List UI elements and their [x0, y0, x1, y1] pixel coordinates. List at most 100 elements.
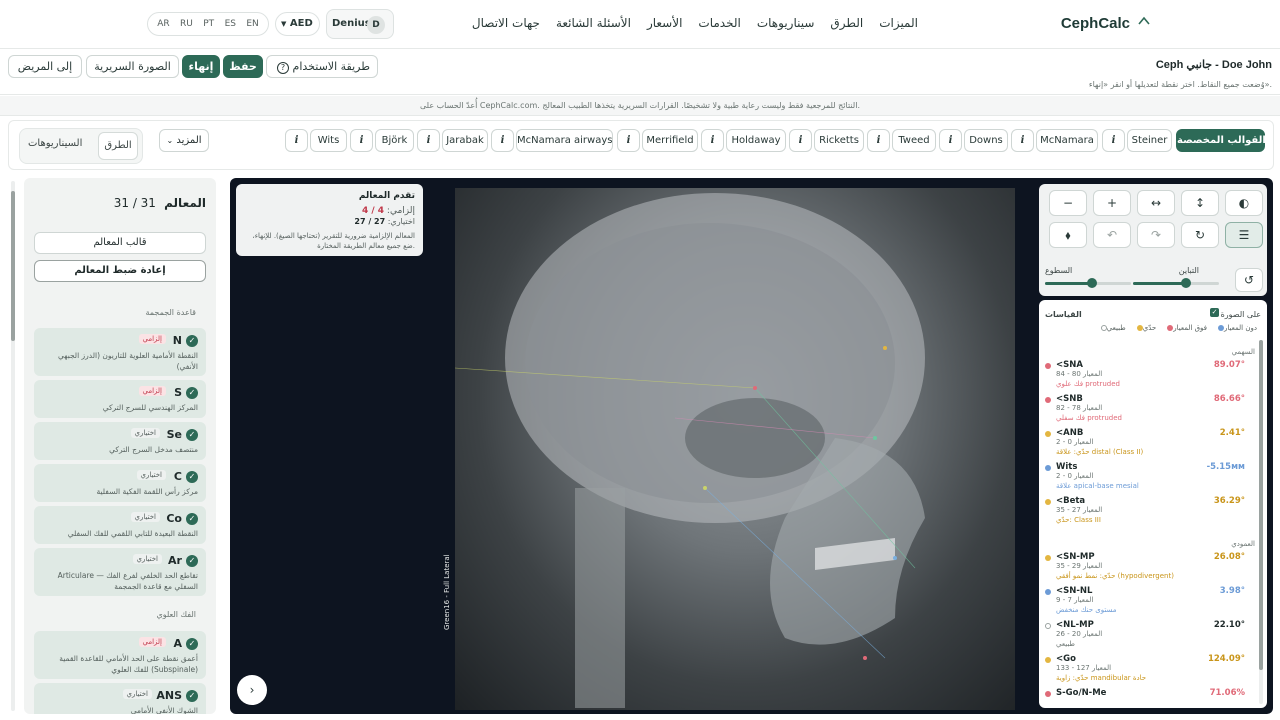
template-mcnamara[interactable]: McNamara: [1036, 129, 1098, 152]
template-holdaway[interactable]: Holdaway: [726, 129, 786, 152]
xray-viewer[interactable]: Green16 - Full Lateral تقدم المعالم إلزا…: [230, 178, 1273, 714]
info-icon[interactable]: i: [350, 129, 373, 152]
info-icon[interactable]: i: [491, 129, 514, 152]
landmark-template-button[interactable]: قالب المعالم: [34, 232, 206, 254]
landmark-item[interactable]: ✓ N إلزامي النقطة الأمامية العلوية للتار…: [34, 328, 206, 376]
flip-horizontal-icon[interactable]: ↔: [1137, 190, 1175, 216]
more-dropdown[interactable]: ⌄ المزيد: [159, 129, 209, 152]
tab-methods[interactable]: الطرق: [98, 132, 138, 160]
measurement-row[interactable]: <SN-MP 26.08° المعيار 29 - 35 حدّي: نمط نمو…: [1045, 552, 1245, 584]
measurement-row[interactable]: <SN-NL 3.98° المعيار 7 - 9 مستوى حنك منخفض: [1045, 586, 1245, 618]
required-label: إلزامي:: [386, 206, 415, 216]
currency-selector[interactable]: ▼ AED: [275, 12, 320, 36]
measurement-row[interactable]: Wits -5.15мм المعيار 0 - 2 علاقة apical-bas…: [1045, 462, 1245, 494]
landmark-code: S: [174, 386, 182, 399]
undo-icon[interactable]: ↶: [1093, 222, 1131, 248]
info-icon[interactable]: i: [789, 129, 812, 152]
user-menu[interactable]: Denius D: [326, 9, 394, 39]
invert-icon[interactable]: ◐: [1225, 190, 1263, 216]
image-tools: ◐ ↕ ↔ + − ☰ ↻ ↷ ↶ ⬧ التباين السطوع ↺: [1039, 184, 1267, 296]
measurement-row[interactable]: <NL-MP 22.10° المعيار 20 - 26 طبيعي: [1045, 620, 1245, 652]
measurement-row[interactable]: <SNB 86.66° المعيار 78 - 82 فك سفلي protrud…: [1045, 394, 1245, 426]
clinical-image-button[interactable]: الصورة السريرية: [86, 55, 179, 78]
measurement-row[interactable]: <ANB 2.41° المعيار 0 - 2 حدّي: علاقة distal…: [1045, 428, 1245, 460]
info-icon[interactable]: i: [701, 129, 724, 152]
measurement-row[interactable]: <SNA 89.07° المعيار 80 - 84 فك علوي protrud…: [1045, 360, 1245, 392]
template-tweed[interactable]: Tweed: [892, 129, 936, 152]
info-icon[interactable]: i: [1011, 129, 1034, 152]
measurement-row[interactable]: <Beta 36.29° المعيار 27 - 35 حدّي: Class II…: [1045, 496, 1245, 528]
template-custom[interactable]: القوالب المخصصة: [1176, 129, 1266, 152]
tab-scenarios[interactable]: السيناريوهات: [28, 138, 82, 149]
nav-link-contacts[interactable]: جهات الاتصال: [472, 16, 540, 30]
landmark-item[interactable]: ✓ C اختياري مركز رأس اللقمة الفكية السفل…: [34, 464, 206, 502]
template-jarabak[interactable]: Jarabak: [442, 129, 488, 152]
landmark-item[interactable]: ✓ A إلزامي أعمق نقطة على الحد الأمامي لل…: [34, 631, 206, 679]
template-downs[interactable]: Downs: [964, 129, 1008, 152]
reset-image-icon[interactable]: ↺: [1235, 268, 1263, 292]
nav-link-services[interactable]: الخدمات: [698, 16, 740, 30]
landmark-item[interactable]: ✓ S إلزامي المركز الهندسي للسرج التركي: [34, 380, 206, 418]
next-panel-button[interactable]: ›: [237, 675, 267, 705]
nav-link-scenarios[interactable]: سيناريوهات: [757, 16, 815, 30]
landmark-desc: المركز الهندسي للسرج التركي: [102, 403, 198, 412]
usage-button[interactable]: ? طريقة الاستخدام: [266, 55, 378, 78]
lang-en[interactable]: EN: [246, 19, 258, 29]
info-icon[interactable]: i: [285, 129, 308, 152]
measurement-row[interactable]: <Go 124.09° المعيار 127 - 133 حدّي: زاوية m…: [1045, 654, 1245, 686]
landmark-tag: إلزامي: [138, 334, 166, 344]
nav-link-methods[interactable]: الطرق: [830, 16, 863, 30]
landmark-tag: اختياري: [130, 512, 160, 522]
landmark-tag: اختياري: [132, 554, 162, 564]
finish-button[interactable]: إنهاء: [182, 55, 220, 78]
group-vertical: العمودي: [1231, 540, 1255, 548]
landmark-item[interactable]: ✓ Se اختياري منتصف مدخل السرج التركي: [34, 422, 206, 460]
language-switcher: AR RU PT ES EN: [147, 12, 269, 36]
logo-icon[interactable]: [1135, 14, 1153, 32]
save-button[interactable]: حفظ: [223, 55, 263, 78]
redo-icon[interactable]: ↷: [1137, 222, 1175, 248]
info-icon[interactable]: i: [417, 129, 440, 152]
template-merrifield[interactable]: Merrifield: [642, 129, 698, 152]
flip-vertical-icon[interactable]: ↕: [1181, 190, 1219, 216]
lang-ar[interactable]: AR: [157, 19, 169, 29]
nav-link-features[interactable]: الميزات: [879, 16, 918, 30]
rotate-icon[interactable]: ↻: [1181, 222, 1219, 248]
landmarks-scrollbar[interactable]: [11, 181, 15, 711]
nav-link-pricing[interactable]: الأسعار: [647, 16, 682, 30]
info-icon[interactable]: i: [1102, 129, 1125, 152]
measurement-row[interactable]: S-Go/N-Me 71.06%: [1045, 688, 1245, 708]
landmark-item[interactable]: ✓ Ar اختياري Articulare — تقاطع الحد الخ…: [34, 548, 206, 596]
xray-image[interactable]: Green16 - Full Lateral: [443, 188, 1015, 710]
measurements-scrollbar[interactable]: [1259, 340, 1263, 704]
zoom-out-icon[interactable]: −: [1049, 190, 1087, 216]
measurement-norm: المعيار 0 - 2: [1056, 438, 1094, 446]
info-icon[interactable]: i: [617, 129, 640, 152]
on-image-checkbox[interactable]: ✓: [1210, 308, 1219, 317]
template-steiner[interactable]: Steiner: [1127, 129, 1172, 152]
template-ricketts[interactable]: Ricketts: [814, 129, 864, 152]
measurement-name: <SN-MP: [1056, 552, 1095, 562]
adjust-icon[interactable]: ☰: [1225, 222, 1263, 248]
check-icon: ✓: [186, 513, 198, 525]
info-icon[interactable]: i: [867, 129, 890, 152]
template-wits[interactable]: Wits: [310, 129, 347, 152]
template-mcnamara-airways[interactable]: McNamara airways: [516, 129, 613, 152]
pin-icon[interactable]: ⬧: [1049, 222, 1087, 248]
landmark-item[interactable]: ✓ ANS اختياري الشوك الأنفي الأمامي: [34, 683, 206, 714]
brand-name[interactable]: CephCalc: [1061, 15, 1130, 32]
lang-pt[interactable]: PT: [203, 19, 214, 29]
check-icon: ✓: [186, 335, 198, 347]
reset-landmarks-button[interactable]: إعادة ضبط المعالم: [34, 260, 206, 282]
to-patient-button[interactable]: إلى المريض: [8, 55, 82, 78]
brightness-slider[interactable]: [1045, 278, 1131, 288]
status-dot: [1045, 657, 1051, 663]
contrast-slider[interactable]: [1133, 278, 1219, 288]
zoom-in-icon[interactable]: +: [1093, 190, 1131, 216]
template-bjork[interactable]: Björk: [375, 129, 414, 152]
lang-ru[interactable]: RU: [180, 19, 193, 29]
lang-es[interactable]: ES: [225, 19, 236, 29]
nav-link-faq[interactable]: الأسئلة الشائعة: [556, 16, 631, 30]
landmark-item[interactable]: ✓ Co اختياري النقطة البعيدة للتابي اللقم…: [34, 506, 206, 544]
info-icon[interactable]: i: [939, 129, 962, 152]
